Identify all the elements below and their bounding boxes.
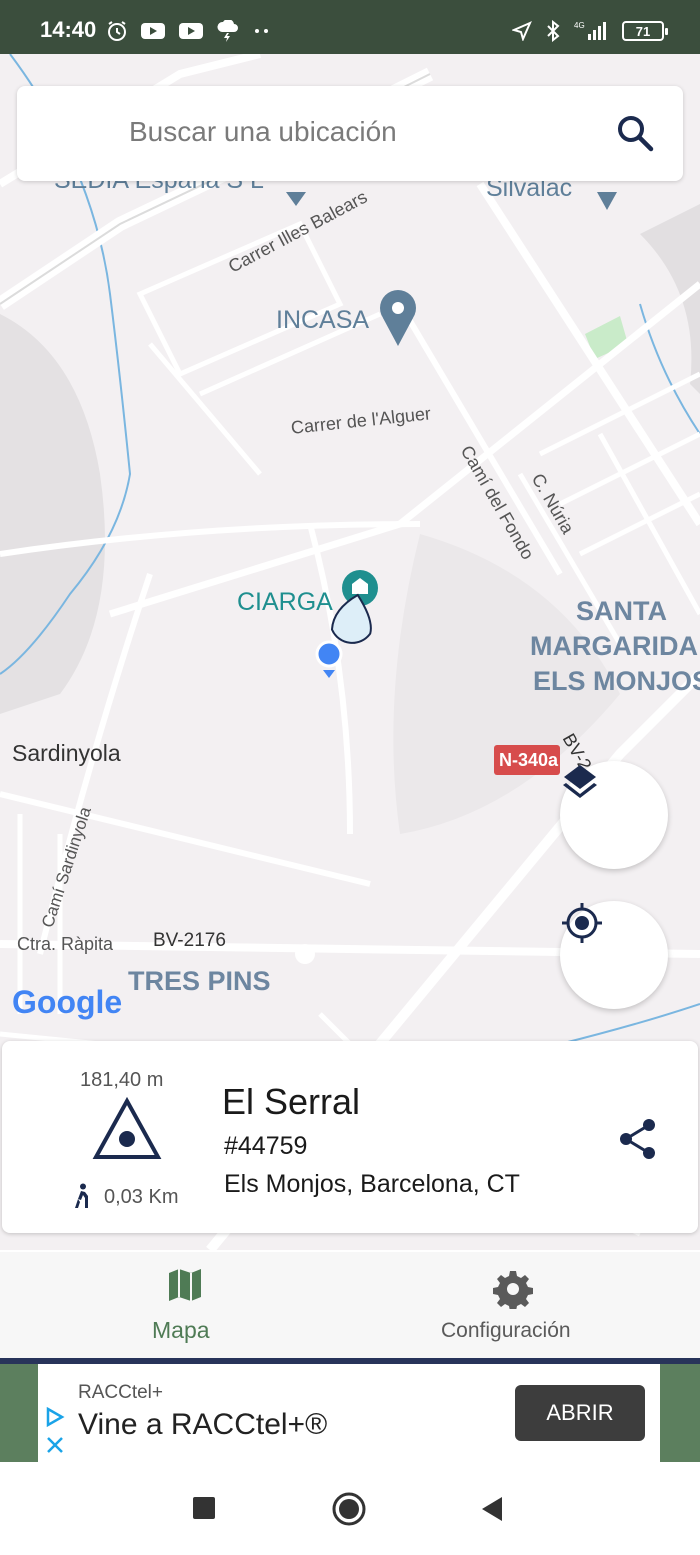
alarm-icon [108,21,126,41]
road-cami-fondo [397,302,563,576]
status-time: 14:40 [40,17,97,42]
map-layers-button[interactable] [560,761,668,869]
status-bar: 14:40 4G 71 [0,0,700,54]
recents-button[interactable] [192,1496,216,1520]
status-left-icons [106,20,272,42]
map-label-bv2176: BV-2176 [153,930,226,951]
map-label-margarida: MARGARIDA I [530,631,700,661]
my-location-button[interactable] [560,901,668,1009]
terrain-shade [640,204,700,394]
map-label-ctra-rapita: Ctra. Ràpita [17,934,114,954]
road-badge-n340a-label: N-340a [499,750,559,770]
layers-icon [563,765,597,798]
location-arrow-icon [512,21,532,41]
share-icon[interactable] [618,1117,658,1161]
signal-icon: 4G [574,21,606,40]
nav-tab-configuracion[interactable]: Configuración [430,1252,600,1358]
ad-choices-icon[interactable] [44,1406,66,1428]
location-info-card[interactable]: 181,40 m 0,03 Km El Serral #44759 Els Mo… [2,1041,698,1233]
ad-open-button[interactable]: ABRIR [515,1385,645,1441]
search-bar[interactable]: Buscar una ubicación [17,86,683,181]
nav-label-configuracion: Configuración [441,1319,571,1342]
poi-pin-incasa[interactable] [380,290,416,346]
place-region: Els Monjos, Barcelona, CT [224,1170,520,1198]
home-button[interactable] [331,1491,367,1527]
bottom-navigation: Mapa Configuración [0,1252,700,1360]
youtube-icon [141,23,165,39]
battery-level: 71 [635,23,651,39]
elevation-value: 181,40 m [80,1069,164,1091]
map-label-sardinyola: Sardinyola [12,740,121,766]
stream [559,1003,700,1045]
more-dots-icon [255,29,268,33]
gear-icon [493,1271,533,1309]
youtube-icon [179,23,203,39]
map-label-ciarga: CIARGA [237,588,333,616]
summit-icon [92,1097,162,1159]
google-logo: Google [12,984,123,1020]
bluetooth-icon [547,20,560,42]
system-navigation-bar [0,1462,700,1555]
svg-text:4G: 4G [574,21,585,30]
map-label-els-monjos: ELS MONJOS [533,666,700,696]
place-number: #44759 [224,1132,308,1160]
crosshair-icon [562,903,602,943]
ad-banner[interactable]: RACCtel+ Vine a RACCtel+® ABRIR [0,1364,700,1462]
terrain-shade [0,314,105,714]
roundabout [295,944,315,964]
ad-headline[interactable]: Vine a RACCtel+® [78,1408,327,1442]
nav-tab-mapa[interactable]: Mapa [120,1252,250,1358]
nav-label-mapa: Mapa [152,1317,210,1343]
map-label-tres-pins: TRES PINS [128,966,271,996]
walking-icon [75,1183,88,1208]
walk-distance-value: 0,03 Km [104,1186,179,1208]
ad-advertiser: RACCtel+ [78,1382,163,1403]
search-icon[interactable] [615,113,655,153]
ad-content[interactable]: RACCtel+ Vine a RACCtel+® ABRIR [38,1364,660,1462]
map-label-santa: SANTA [576,596,667,626]
back-button[interactable] [480,1496,504,1522]
battery-icon: 71 [622,21,668,41]
place-title: El Serral [222,1081,361,1122]
status-right-icons: 4G 71 [512,20,668,42]
map-label-incasa: INCASA [276,306,370,334]
search-input[interactable]: Buscar una ubicación [129,116,397,148]
road [307,523,353,835]
map-icon [169,1269,201,1301]
ad-close-icon[interactable] [46,1436,64,1454]
weather-storm-icon [217,20,238,42]
